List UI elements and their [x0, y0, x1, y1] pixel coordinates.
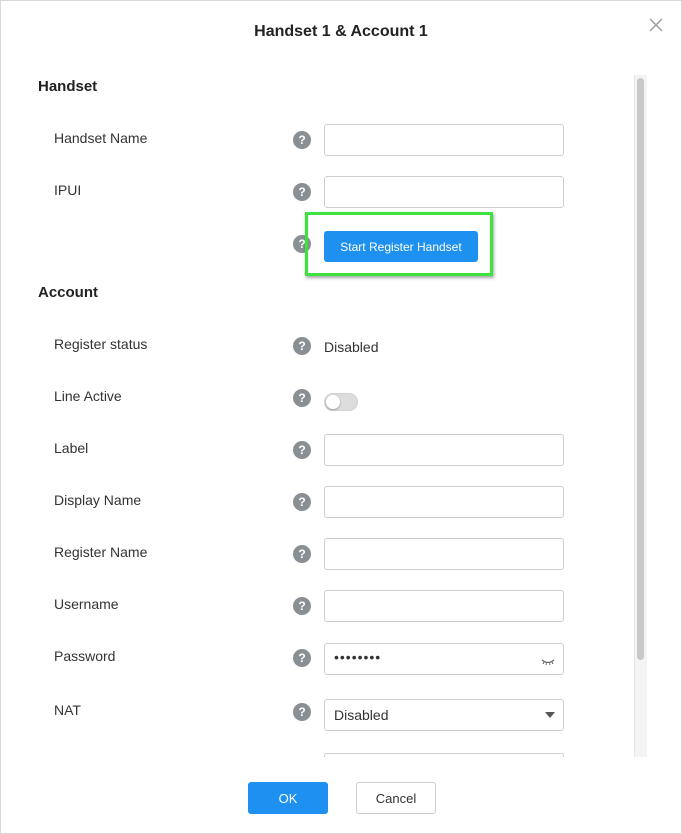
- line-active-toggle[interactable]: [324, 393, 358, 411]
- register-name-field[interactable]: [324, 538, 564, 570]
- help-icon[interactable]: ?: [293, 493, 311, 511]
- next-field-partial[interactable]: [324, 753, 564, 757]
- close-icon[interactable]: [649, 18, 665, 34]
- help-icon[interactable]: ?: [293, 597, 311, 615]
- eye-hidden-icon[interactable]: [541, 653, 555, 671]
- ipui-field[interactable]: [324, 176, 564, 208]
- label-input[interactable]: [333, 435, 537, 465]
- display-name-field[interactable]: [324, 486, 564, 518]
- ipui-label: IPUI: [54, 182, 82, 198]
- display-name-input[interactable]: [333, 487, 537, 517]
- toggle-knob: [326, 395, 340, 409]
- register-name-label: Register Name: [54, 544, 148, 560]
- help-icon[interactable]: ?: [293, 441, 311, 459]
- help-icon[interactable]: ?: [293, 183, 311, 201]
- line-active-label: Line Active: [54, 388, 122, 404]
- handset-name-label: Handset Name: [54, 130, 148, 146]
- nat-select[interactable]: Disabled: [324, 699, 564, 731]
- ok-button[interactable]: OK: [248, 782, 328, 814]
- handset-account-dialog: Handset 1 & Account 1 Handset Handset Na…: [0, 0, 682, 834]
- register-status-label: Register status: [54, 336, 148, 352]
- password-value: ••••••••: [334, 649, 382, 665]
- handset-name-field[interactable]: [324, 124, 564, 156]
- display-name-label: Display Name: [54, 492, 142, 508]
- ipui-input[interactable]: [333, 177, 537, 207]
- help-icon[interactable]: ?: [293, 131, 311, 149]
- register-name-input[interactable]: [333, 539, 537, 569]
- password-label: Password: [54, 648, 116, 664]
- section-title-handset: Handset: [38, 78, 98, 95]
- nat-label: NAT: [54, 702, 81, 718]
- label-field-label: Label: [54, 440, 89, 456]
- help-icon[interactable]: ?: [293, 545, 311, 563]
- handset-name-input[interactable]: [333, 125, 537, 155]
- username-input[interactable]: [333, 591, 537, 621]
- username-label: Username: [54, 596, 119, 612]
- nat-selected-value: Disabled: [334, 707, 389, 723]
- dialog-body: Handset Handset Name ? IPUI ? ? Start Re…: [1, 63, 647, 757]
- password-field[interactable]: ••••••••: [324, 643, 564, 675]
- register-status-value: Disabled: [324, 339, 379, 355]
- cancel-button[interactable]: Cancel: [356, 782, 436, 814]
- help-icon[interactable]: ?: [293, 703, 311, 721]
- dialog-title: Handset 1 & Account 1: [254, 23, 428, 40]
- help-icon[interactable]: ?: [293, 649, 311, 667]
- help-icon[interactable]: ?: [293, 389, 311, 407]
- chevron-down-icon: [545, 712, 555, 718]
- label-field[interactable]: [324, 434, 564, 466]
- start-register-handset-button[interactable]: Start Register Handset: [324, 231, 478, 262]
- username-field[interactable]: [324, 590, 564, 622]
- section-title-account: Account: [38, 284, 98, 301]
- help-icon[interactable]: ?: [293, 337, 311, 355]
